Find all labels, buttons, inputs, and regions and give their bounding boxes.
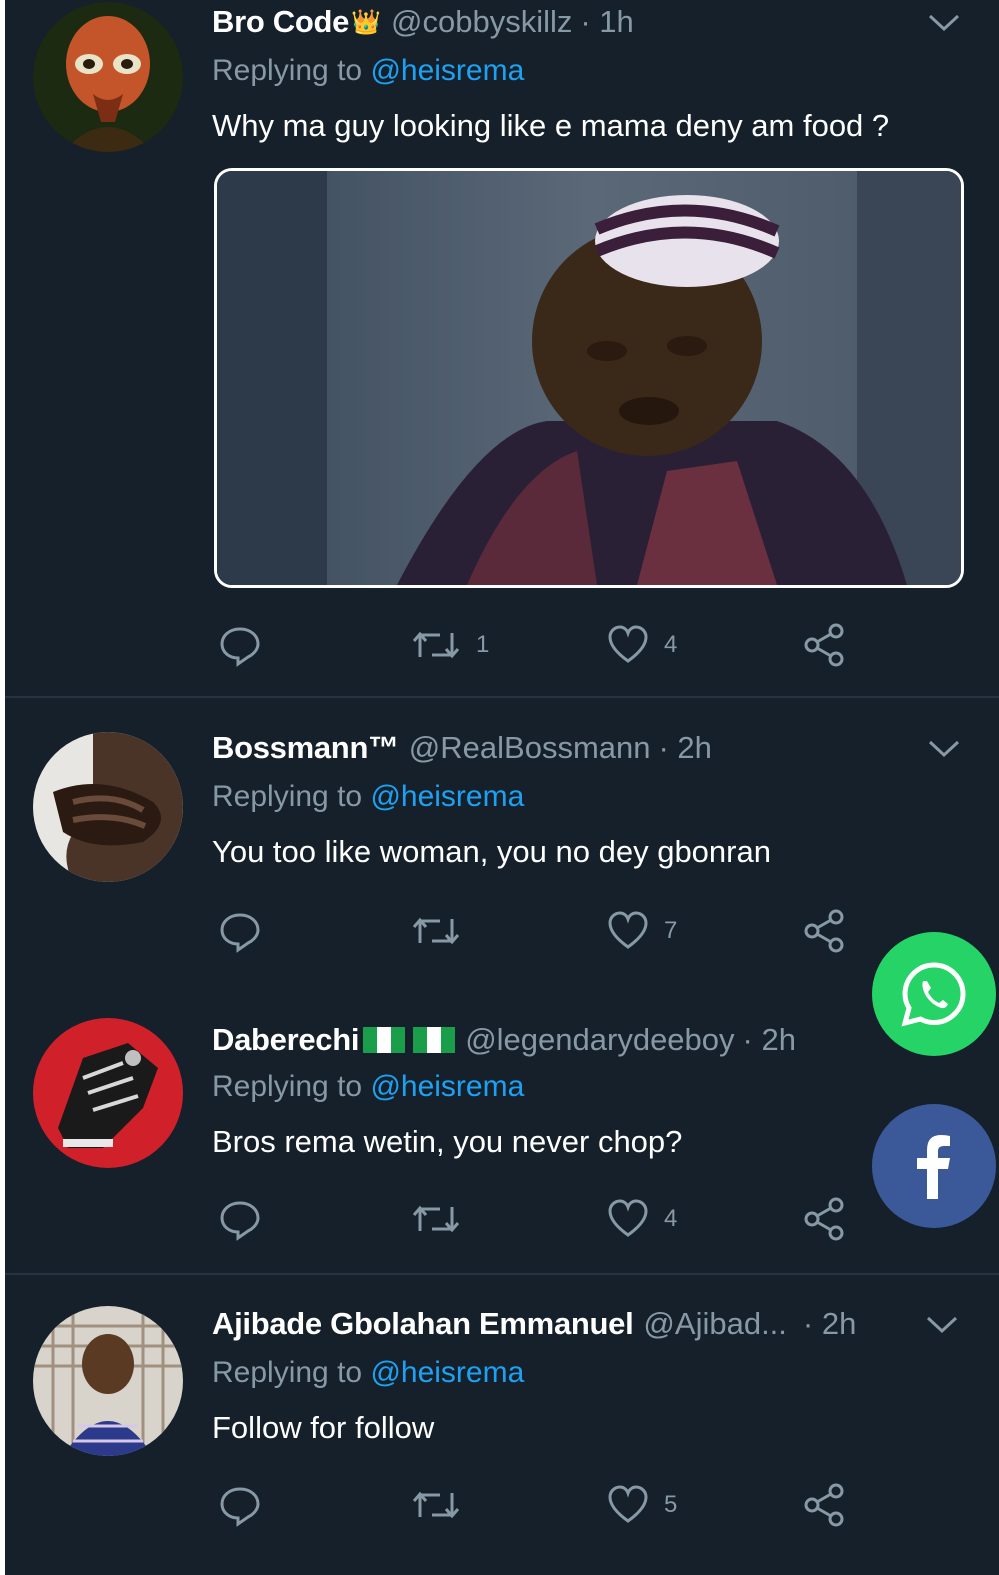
retweet-icon	[412, 1491, 460, 1519]
share-button[interactable]	[802, 620, 848, 670]
like-button[interactable]: 4	[606, 620, 677, 670]
chevron-down-icon[interactable]	[924, 1306, 960, 1342]
share-icon	[804, 623, 844, 667]
crown-badge: 👑	[351, 8, 381, 36]
reply-icon	[220, 1487, 260, 1527]
retweet-button[interactable]: 1	[410, 620, 489, 670]
like-button[interactable]: 5	[606, 1480, 677, 1530]
left-edge	[0, 0, 5, 1575]
heart-icon	[608, 625, 648, 663]
reply-button[interactable]	[218, 1480, 276, 1530]
avatar[interactable]	[33, 1018, 183, 1168]
whatsapp-share-button[interactable]	[872, 932, 996, 1056]
divider	[5, 1273, 999, 1275]
reply-icon	[220, 627, 260, 667]
share-button[interactable]	[802, 1194, 848, 1244]
divider	[5, 696, 999, 698]
retweet-icon	[412, 1205, 460, 1233]
avatar[interactable]	[33, 2, 183, 152]
facebook-icon	[917, 1135, 950, 1199]
tweet-text: Why ma guy looking like e mama deny am f…	[212, 108, 890, 143]
nigeria-flag-icon	[363, 1027, 456, 1053]
handle[interactable]: @legendarydeeboy	[465, 1022, 734, 1058]
display-name[interactable]: Bossmann™	[212, 730, 399, 766]
mention-link[interactable]: @heisrema	[370, 1070, 524, 1103]
share-button[interactable]	[802, 1480, 848, 1530]
retweet-button[interactable]	[410, 1480, 476, 1530]
retweet-count: 1	[476, 631, 490, 658]
replying-prefix: Replying to	[212, 54, 371, 87]
display-name[interactable]: Daberechi	[212, 1022, 360, 1058]
avatar[interactable]	[33, 1306, 183, 1456]
photo-man-in-cap	[217, 171, 961, 585]
handle[interactable]: @cobbyskillz	[391, 4, 572, 40]
retweet-button[interactable]	[410, 906, 476, 956]
tweet-media-image[interactable]	[214, 168, 964, 588]
retweet-icon	[412, 917, 460, 945]
tweet-actions: 1 4	[212, 620, 872, 670]
like-button[interactable]: 7	[606, 906, 677, 956]
alien-avatar-icon	[33, 2, 183, 152]
retweet-button[interactable]	[410, 1194, 476, 1244]
like-count: 4	[664, 631, 678, 658]
retweet-icon	[412, 631, 460, 659]
like-count: 7	[664, 917, 678, 944]
replying-to: Replying to @heisrema	[212, 1070, 524, 1104]
tweet-text: Follow for follow	[212, 1410, 435, 1445]
whatsapp-icon	[901, 962, 966, 1027]
tweet-header: Ajibade Gbolahan Emmanuel @Ajibad... · 2…	[212, 1304, 856, 1344]
replying-to: Replying to @heisrema	[212, 1356, 524, 1390]
tweet-actions: 7	[212, 906, 872, 956]
reply-icon	[220, 1201, 260, 1241]
share-button[interactable]	[802, 906, 848, 956]
tweet-header: Bossmann™ @RealBossmann · 2h	[212, 728, 712, 768]
timestamp[interactable]: · 2h	[659, 730, 712, 766]
heart-icon	[608, 1199, 648, 1237]
timestamp[interactable]: · 2h	[803, 1306, 856, 1342]
avatar[interactable]	[33, 732, 183, 882]
display-name[interactable]: Bro Code	[212, 4, 349, 40]
timestamp[interactable]: · 1h	[580, 4, 633, 40]
heart-icon	[608, 911, 648, 949]
share-icon	[804, 1483, 844, 1527]
share-icon	[804, 1197, 844, 1241]
person-avatar-icon	[33, 1306, 183, 1456]
heart-icon	[608, 1485, 648, 1523]
tweet-text: You too like woman, you no dey gbonran	[212, 834, 771, 869]
replying-prefix: Replying to	[212, 1356, 371, 1389]
reply-button[interactable]	[218, 620, 276, 670]
tweet-actions: 5	[212, 1480, 872, 1530]
replying-to: Replying to @heisrema	[212, 54, 524, 88]
facebook-share-button[interactable]	[872, 1104, 996, 1228]
mention-link[interactable]: @heisrema	[370, 780, 524, 813]
reply-button[interactable]	[218, 906, 276, 956]
like-count: 4	[664, 1205, 678, 1232]
tweet-text: Bros rema wetin, you never chop?	[212, 1124, 683, 1159]
reply-icon	[220, 913, 260, 953]
share-icon	[804, 909, 844, 953]
handle[interactable]: @RealBossmann	[409, 730, 651, 766]
shoe-avatar-icon	[33, 1018, 183, 1168]
like-count: 5	[664, 1491, 678, 1518]
mention-link[interactable]: @heisrema	[370, 54, 524, 87]
timestamp[interactable]: · 2h	[743, 1022, 796, 1058]
chevron-down-icon[interactable]	[926, 4, 962, 40]
reply-button[interactable]	[218, 1194, 276, 1244]
like-button[interactable]: 4	[606, 1194, 677, 1244]
tweet-header: Bro Code 👑 @cobbyskillz · 1h	[212, 2, 634, 42]
replying-prefix: Replying to	[212, 780, 371, 813]
mention-link[interactable]: @heisrema	[370, 1356, 524, 1389]
hand-avatar-icon	[33, 732, 183, 882]
replying-prefix: Replying to	[212, 1070, 371, 1103]
tweet-actions: 4	[212, 1194, 872, 1244]
handle[interactable]: @Ajibad...	[643, 1306, 786, 1342]
chevron-down-icon[interactable]	[926, 730, 962, 766]
display-name[interactable]: Ajibade Gbolahan Emmanuel	[212, 1306, 634, 1342]
tweet-header: Daberechi @legendarydeeboy · 2h	[212, 1020, 796, 1060]
replying-to: Replying to @heisrema	[212, 780, 524, 814]
